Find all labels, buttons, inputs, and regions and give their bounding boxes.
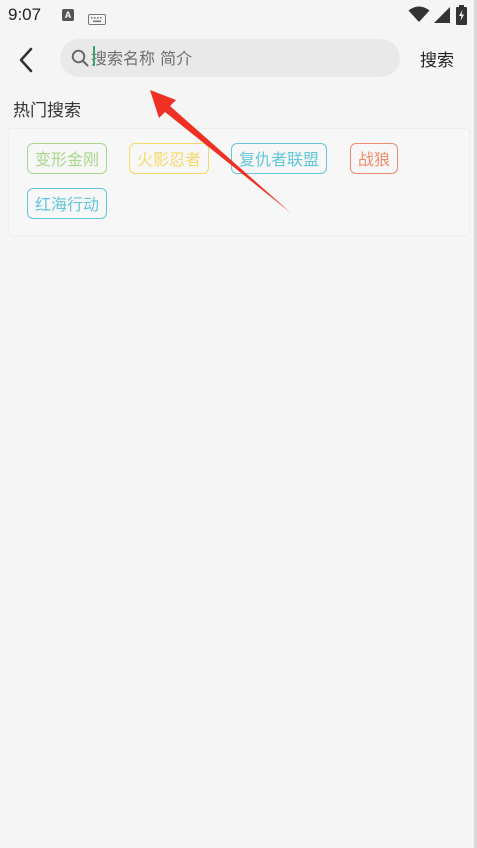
wifi-icon	[408, 6, 430, 27]
app-screen: 9:07 A 搜索名称 简介 搜索 热门搜索 变形金刚 火影忍者 复仇者联盟 战…	[0, 0, 477, 848]
a-notification-icon: A	[62, 9, 74, 21]
status-time: 9:07	[8, 5, 42, 24]
signal-icon	[434, 7, 450, 27]
hot-search-title: 热门搜索	[13, 101, 81, 121]
hot-search-tag-list: 变形金刚 火影忍者 复仇者联盟 战狼 红海行动	[8, 128, 470, 236]
battery-icon	[456, 5, 467, 29]
back-button[interactable]	[10, 44, 42, 76]
hot-tag-naruto[interactable]: 火影忍者	[129, 143, 210, 174]
search-icon	[71, 49, 89, 67]
hot-tag-avengers[interactable]: 复仇者联盟	[231, 143, 328, 174]
top-bar: 搜索	[0, 36, 477, 82]
keyboard-icon	[88, 10, 106, 29]
search-input[interactable]	[91, 43, 381, 73]
chevron-left-icon	[19, 47, 33, 73]
hot-tag-transformers[interactable]: 变形金刚	[27, 143, 108, 174]
text-cursor	[93, 46, 95, 66]
status-bar: 9:07 A	[0, 0, 477, 32]
hot-tag-operation-red-sea[interactable]: 红海行动	[27, 188, 108, 219]
hot-tag-wolf-warrior[interactable]: 战狼	[350, 143, 399, 174]
search-button[interactable]: 搜索	[420, 46, 454, 71]
search-box[interactable]	[60, 39, 400, 77]
